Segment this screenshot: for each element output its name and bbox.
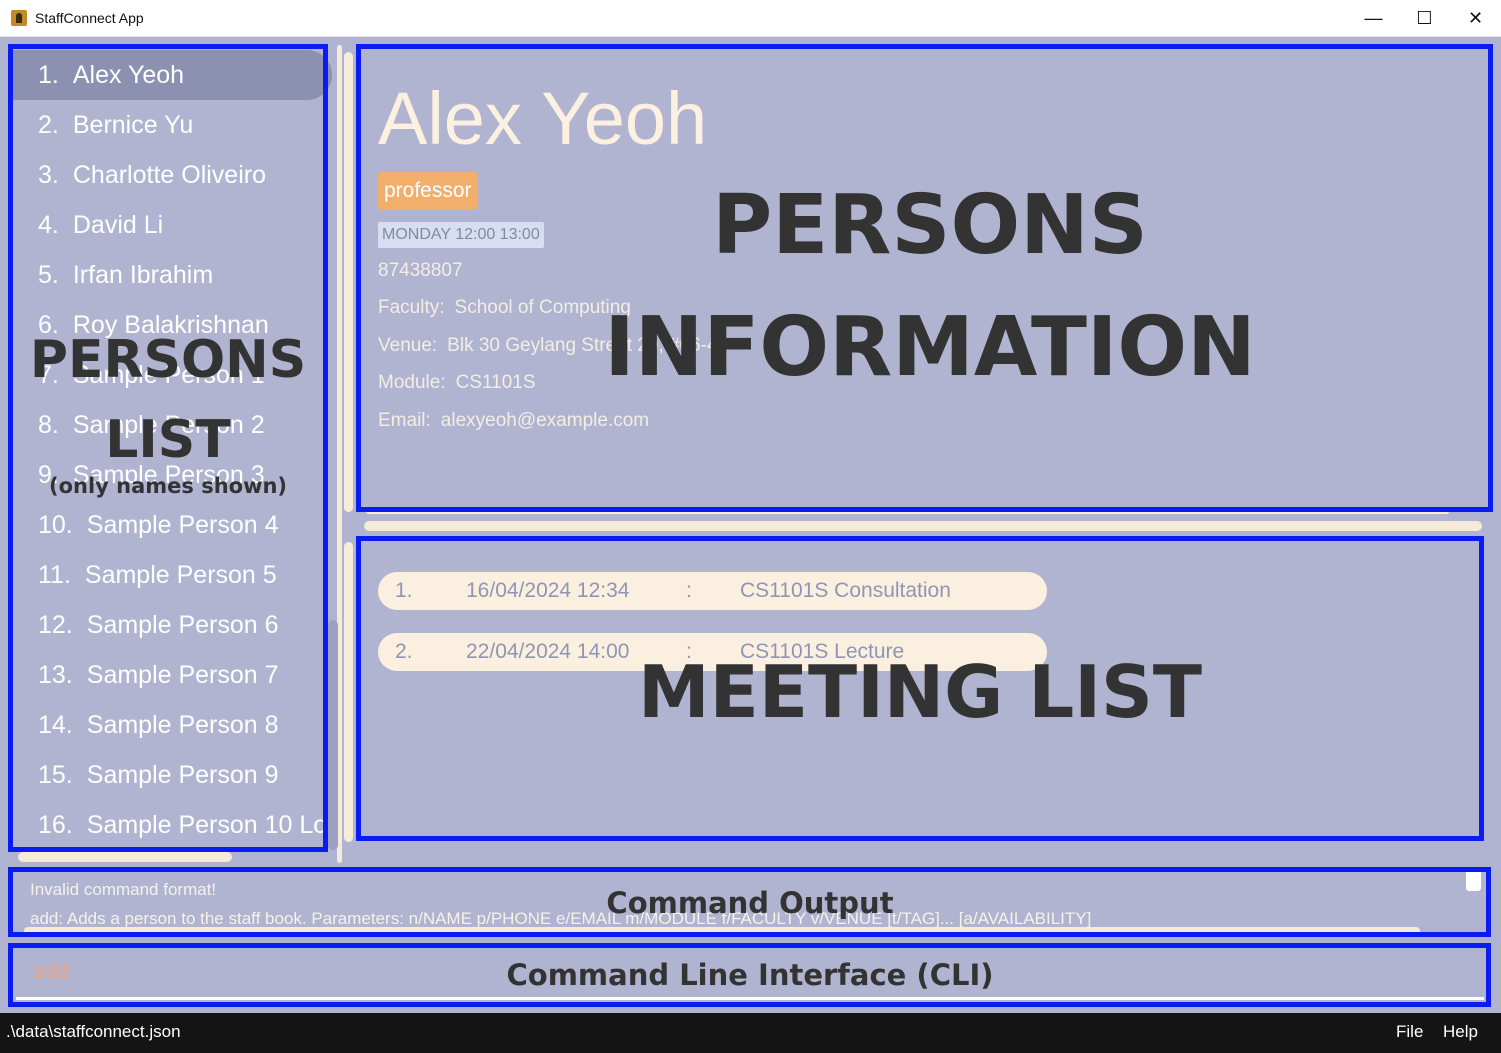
persons-list-annotation-note: (only names shown) [48,474,288,498]
info-panel-scrollbar[interactable] [344,52,353,512]
save-location-path: .\data\staffconnect.json [6,1022,181,1041]
close-button[interactable]: ✕ [1450,0,1501,37]
persons-info-annotation: PERSONS INFORMATION [604,178,1256,395]
minimize-button[interactable]: — [1348,0,1399,37]
meeting-list-annotation: MEETING LIST [638,650,1202,734]
maximize-button[interactable]: ☐ [1399,0,1450,37]
persons-list-annotation: PERSONS LIST [29,330,307,470]
menu-file[interactable]: File [1396,1022,1423,1042]
command-output-annotation: Command Output [606,886,894,920]
cli-annotation: Command Line Interface (CLI) [506,958,994,992]
persons-list-horizontal-scrollbar[interactable] [18,852,232,862]
window-controls: — ☐ ✕ [1348,0,1501,37]
persons-list-scrollbar-thumb[interactable] [328,620,338,850]
title-bar: StaffConnect App — ☐ ✕ [0,0,1501,37]
menu-help[interactable]: Help [1443,1022,1478,1042]
split-pane-divider[interactable] [364,521,1482,531]
window-title: StaffConnect App [35,10,144,26]
meeting-list-scrollbar[interactable] [344,542,353,842]
app-icon [11,10,27,26]
status-bar: .\data\staffconnect.json File Help [0,1013,1501,1053]
